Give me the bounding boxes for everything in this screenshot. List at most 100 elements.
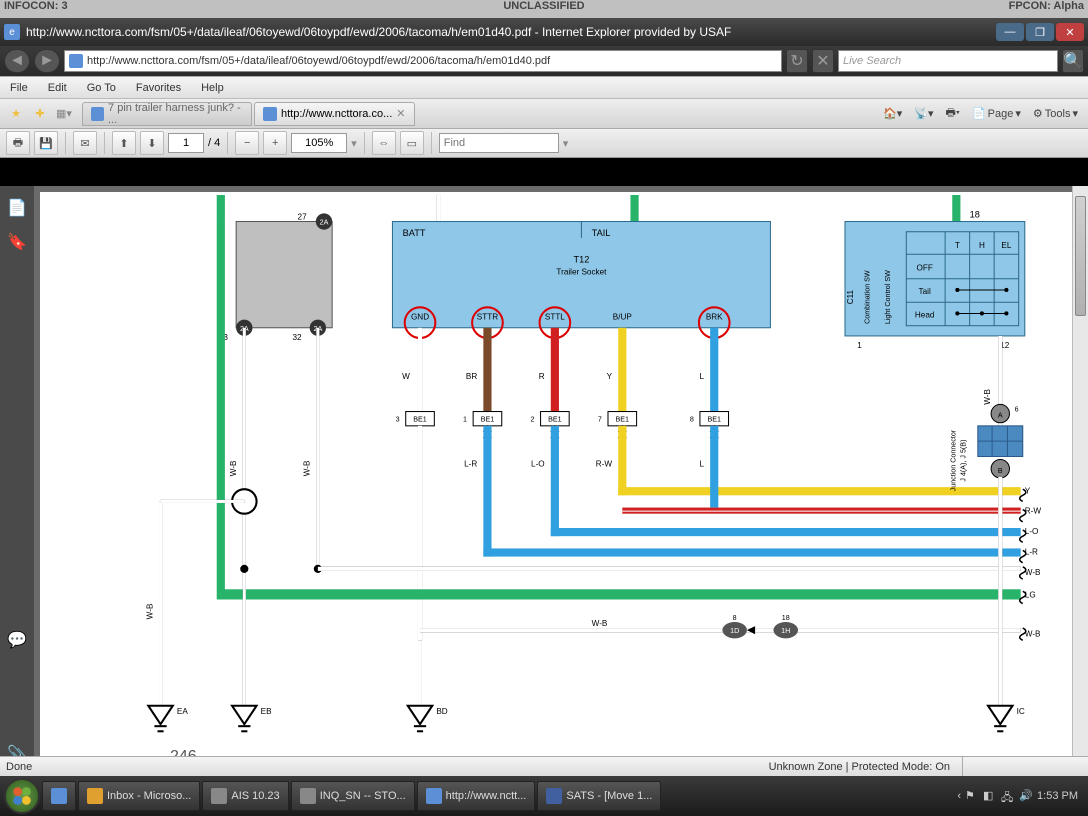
svg-text:Y: Y	[607, 372, 613, 381]
taskbar-item-ie2[interactable]: http://www.nctt...	[417, 781, 536, 811]
taskbar-item-ais[interactable]: AIS 10.23	[202, 781, 288, 811]
tab-0[interactable]: 7 pin trailer harness junk? - ...	[82, 102, 252, 126]
tray-icon[interactable]: ⚑	[965, 789, 979, 803]
pdf-find-input[interactable]	[439, 133, 559, 153]
classification-label: UNCLASSIFIED	[359, 0, 729, 18]
add-favorite-icon[interactable]: ✚	[30, 104, 50, 124]
taskbar-item-inbox[interactable]: Inbox - Microso...	[78, 781, 200, 811]
stop-button[interactable]: ✕	[812, 49, 834, 73]
pdf-prev-page-icon[interactable]: ⬆	[112, 131, 136, 155]
tray-network-icon[interactable]: 🖧	[1001, 789, 1015, 803]
bookmarks-panel-icon[interactable]: 🔖	[7, 232, 27, 252]
pdf-fit-width-icon[interactable]: ⇔	[372, 131, 396, 155]
pdf-page-total: / 4	[208, 137, 220, 149]
menu-help[interactable]: Help	[191, 82, 234, 94]
print-button[interactable]: 🖶▾	[940, 103, 966, 125]
svg-text:Light Control SW: Light Control SW	[884, 270, 892, 324]
pdf-print-icon[interactable]: 🖶	[6, 131, 30, 155]
start-button[interactable]	[4, 778, 40, 814]
back-button[interactable]: ◄	[4, 49, 30, 73]
status-bar: Done Unknown Zone | Protected Mode: On	[0, 756, 1088, 776]
tray-chevron-icon[interactable]: ‹	[957, 790, 961, 802]
maximize-button[interactable]: ❐	[1026, 23, 1054, 41]
outlook-icon	[87, 788, 103, 804]
svg-text:T12: T12	[574, 254, 590, 264]
address-row: ◄ ► http://www.ncttora.com/fsm/05+/data/…	[0, 46, 1088, 76]
search-go-button[interactable]: 🔍	[1062, 49, 1084, 73]
fpcon-label: FPCON: Alpha	[729, 0, 1088, 18]
menu-goto[interactable]: Go To	[77, 82, 126, 94]
taskbar-item-ie[interactable]	[42, 781, 76, 811]
pdf-next-page-icon[interactable]: ⬇	[140, 131, 164, 155]
refresh-button[interactable]: ↻	[786, 49, 808, 73]
address-bar[interactable]: http://www.ncttora.com/fsm/05+/data/ilea…	[64, 50, 782, 72]
taskbar-item-sats[interactable]: SATS - [Move 1...	[537, 781, 661, 811]
app-icon	[546, 788, 562, 804]
forward-button[interactable]: ►	[34, 49, 60, 73]
svg-text:W-B: W-B	[1025, 629, 1041, 638]
svg-text:8: 8	[690, 416, 694, 424]
close-button[interactable]: ✕	[1056, 23, 1084, 41]
svg-text:1D: 1D	[730, 627, 739, 635]
svg-text:3: 3	[396, 416, 400, 424]
pdf-zoom-input[interactable]	[291, 133, 347, 153]
tray-clock[interactable]: 1:53 PM	[1037, 790, 1078, 802]
svg-text:W-B: W-B	[592, 619, 608, 628]
pdf-zoom-in-icon[interactable]: +	[263, 131, 287, 155]
scrollbar-thumb[interactable]	[1075, 196, 1086, 316]
ie-icon: e	[4, 24, 20, 40]
menu-file[interactable]: File	[0, 82, 38, 94]
tab-bar: ★ ✚ ▦▾ 7 pin trailer harness junk? - ...…	[0, 98, 1088, 128]
tray-volume-icon[interactable]: 🔊	[1019, 789, 1033, 803]
svg-text:L-O: L-O	[1025, 527, 1039, 536]
svg-text:2A: 2A	[320, 219, 329, 227]
pdf-viewport[interactable]: 18 27 2A 33 2A 32 2A BATT TAIL T12 Trail…	[34, 186, 1088, 776]
svg-text:A: A	[998, 412, 1003, 420]
window-titlebar: e http://www.ncttora.com/fsm/05+/data/il…	[0, 18, 1088, 46]
quick-tabs-icon[interactable]: ▦▾	[54, 104, 74, 124]
pdf-page-input[interactable]	[168, 133, 204, 153]
svg-text:BE1: BE1	[707, 416, 721, 424]
app-icon	[211, 788, 227, 804]
page-menu-button[interactable]: 📄 Page ▾	[966, 103, 1027, 125]
svg-text:B/UP: B/UP	[613, 313, 633, 322]
svg-text:C11: C11	[846, 289, 855, 304]
tab-close-icon[interactable]: ✕	[396, 107, 406, 120]
tray-icon[interactable]: ◧	[983, 789, 997, 803]
vertical-scrollbar[interactable]	[1072, 186, 1088, 776]
feeds-button[interactable]: 📡▾	[908, 103, 939, 125]
svg-text:EL: EL	[1001, 241, 1011, 250]
svg-text:BRK: BRK	[706, 313, 723, 322]
svg-text:BE1: BE1	[616, 416, 630, 424]
comments-panel-icon[interactable]: 💬	[7, 630, 27, 650]
system-tray[interactable]: ‹ ⚑ ◧ 🖧 🔊 1:53 PM	[951, 789, 1084, 803]
svg-text:BE1: BE1	[548, 416, 562, 424]
svg-text:TAIL: TAIL	[592, 228, 611, 238]
svg-text:L-R: L-R	[1025, 548, 1038, 557]
pdf-page: 18 27 2A 33 2A 32 2A BATT TAIL T12 Trail…	[40, 192, 1082, 770]
svg-text:Combination SW: Combination SW	[864, 270, 872, 324]
pdf-save-icon[interactable]: 💾	[34, 131, 58, 155]
svg-text:T: T	[955, 241, 960, 250]
menu-favorites[interactable]: Favorites	[126, 82, 191, 94]
home-button[interactable]: 🏠▾	[877, 103, 908, 125]
search-box[interactable]: Live Search	[838, 50, 1058, 72]
minimize-button[interactable]: —	[996, 23, 1024, 41]
tab-1[interactable]: http://www.ncttora.co... ✕	[254, 102, 415, 126]
pdf-fit-page-icon[interactable]: ▭	[400, 131, 424, 155]
content-area: 📄 🔖 💬 📎 18 27 2A 33 2A 32 2A	[0, 186, 1088, 776]
svg-text:18: 18	[970, 209, 980, 219]
pdf-zoom-out-icon[interactable]: −	[235, 131, 259, 155]
menu-edit[interactable]: Edit	[38, 82, 77, 94]
svg-text:B: B	[998, 467, 1003, 475]
favorites-star-icon[interactable]: ★	[6, 104, 26, 124]
svg-text:L-O: L-O	[531, 460, 545, 469]
infocon-label: INFOCON: 3	[0, 0, 359, 18]
tools-menu-button[interactable]: ⚙ Tools ▾	[1027, 103, 1084, 125]
security-bar: INFOCON: 3 UNCLASSIFIED FPCON: Alpha	[0, 0, 1088, 18]
taskbar-item-inq[interactable]: INQ_SN -- STO...	[291, 781, 415, 811]
pages-panel-icon[interactable]: 📄	[7, 198, 27, 218]
ie-icon	[51, 788, 67, 804]
pdf-mail-icon[interactable]: ✉	[73, 131, 97, 155]
svg-text:W-B: W-B	[1025, 568, 1041, 577]
